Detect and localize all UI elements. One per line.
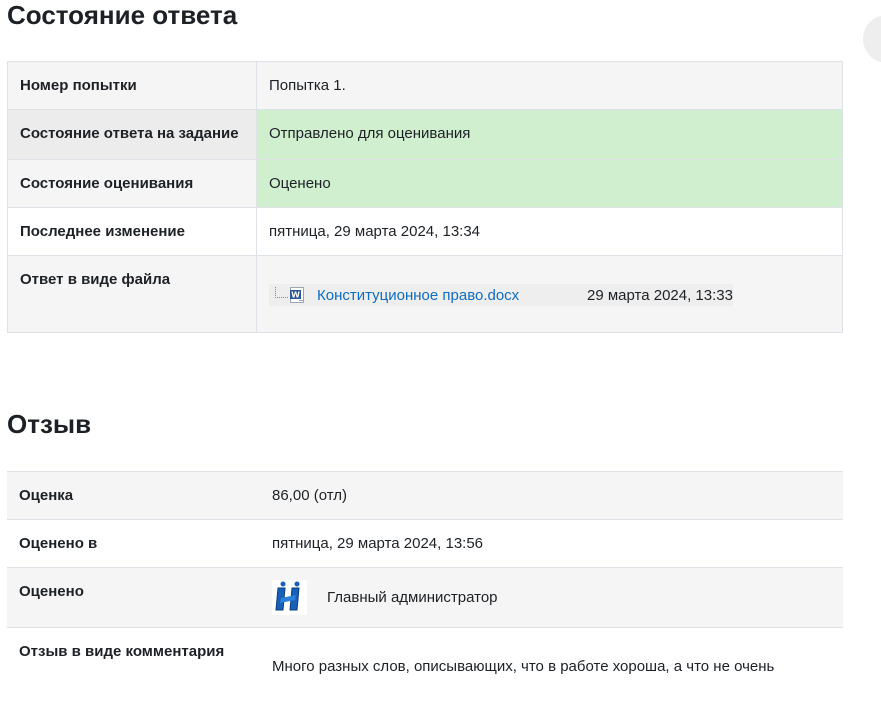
svg-text:W: W xyxy=(291,291,300,300)
comment-cell: Много разных слов, описывающих, что в ра… xyxy=(260,627,843,690)
tree-connector xyxy=(275,286,288,298)
file-submission-cell: W Конституционное право.docx 29 марта 20… xyxy=(256,255,843,333)
feedback-table: Оценка 86,00 (отл) Оценено в пятница, 29… xyxy=(7,471,843,690)
grading-status-value: Оценено xyxy=(256,159,843,208)
file-download-link[interactable]: Конституционное право.docx xyxy=(317,284,519,307)
graded-on-label: Оценено в xyxy=(7,519,260,568)
submission-status-heading: Состояние ответа xyxy=(7,0,238,30)
feedback-heading: Отзыв xyxy=(7,409,92,439)
grade-label: Оценка xyxy=(7,471,260,520)
file-entry: W Конституционное право.docx 29 марта 20… xyxy=(269,284,733,306)
table-row: Состояние оценивания Оценено xyxy=(7,159,843,208)
comment-label: Отзыв в виде комментария xyxy=(7,627,260,690)
submission-status-value: Отправлено для оценивания xyxy=(256,109,843,160)
last-modified-value: пятница, 29 марта 2024, 13:34 xyxy=(256,207,843,256)
table-row: Номер попытки Попытка 1. xyxy=(7,61,843,110)
feedback-comment: Много разных слов, описывающих, что в ра… xyxy=(272,658,775,675)
last-modified-label: Последнее изменение xyxy=(7,207,257,256)
graded-by-cell: Главный администратор xyxy=(260,567,843,628)
attempt-label: Номер попытки xyxy=(7,61,257,110)
graded-on-value: пятница, 29 марта 2024, 13:56 xyxy=(260,519,843,568)
table-row: Состояние ответа на задание Отправлено д… xyxy=(7,109,843,160)
table-row: Отзыв в виде комментария Много разных сл… xyxy=(7,627,843,690)
grader-name: Главный администратор xyxy=(327,589,498,606)
submission-status-label: Состояние ответа на задание xyxy=(7,109,257,160)
table-row: Оценено в пятница, 29 марта 2024, 13:56 xyxy=(7,519,843,568)
side-drawer-toggle[interactable] xyxy=(863,15,881,63)
attempt-value: Попытка 1. xyxy=(256,61,843,110)
graded-by-label: Оценено xyxy=(7,567,260,628)
submission-status-table: Номер попытки Попытка 1. Состояние ответ… xyxy=(7,61,843,333)
grader-info: Главный администратор xyxy=(272,580,831,615)
table-row: Ответ в виде файла W Конституционное пра… xyxy=(7,255,843,333)
file-upload-date: 29 марта 2024, 13:33 xyxy=(587,286,733,304)
table-row: Оценено Главный администратор xyxy=(7,567,843,628)
table-row: Оценка 86,00 (отл) xyxy=(7,471,843,520)
grading-status-label: Состояние оценивания xyxy=(7,159,257,208)
user-avatar-icon[interactable] xyxy=(272,580,307,615)
file-submission-label: Ответ в виде файла xyxy=(7,255,257,333)
grade-value: 86,00 (отл) xyxy=(260,471,843,520)
table-row: Последнее изменение пятница, 29 марта 20… xyxy=(7,207,843,256)
word-document-icon: W xyxy=(290,287,305,303)
